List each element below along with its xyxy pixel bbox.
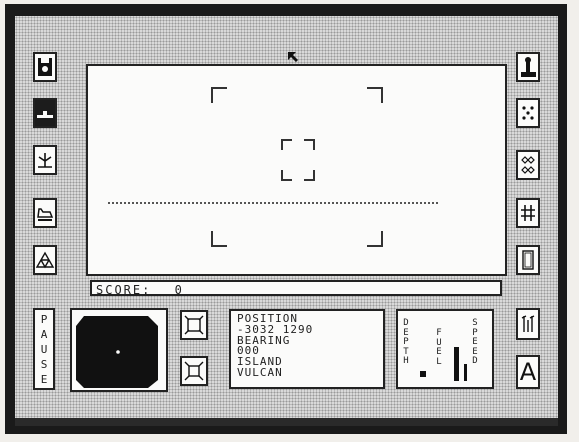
dome-button[interactable] (33, 245, 57, 275)
radar-dish-button[interactable] (33, 145, 57, 175)
horizon-line (108, 202, 438, 204)
speed-gauge-bar (464, 364, 467, 381)
letter-a-icon: A (519, 358, 537, 386)
zoom-in-icon (184, 315, 204, 335)
waves-icon (521, 315, 535, 332)
radar-panel (70, 308, 168, 392)
zoom-out-button[interactable] (180, 356, 208, 386)
radar-scope (76, 316, 158, 388)
disk-icon (38, 58, 52, 76)
depth-gauge-bar (420, 371, 426, 377)
hash-grid-button[interactable] (516, 198, 540, 228)
hash-grid-icon (521, 205, 535, 221)
joystick-icon (521, 57, 536, 77)
screen-bottom-bar (15, 418, 558, 426)
target-bracket-bottom-left (211, 231, 227, 247)
zoom-in-button[interactable] (180, 310, 208, 340)
crosshair-top-left (281, 139, 292, 150)
score-value: 0 (174, 283, 184, 297)
gauges-panel: DEPTH FUEL SPEED (396, 309, 494, 389)
crosshair-bottom-right (304, 170, 315, 181)
hover-vehicle-icon (37, 208, 54, 221)
score-display: SCORE: 0 (90, 280, 502, 297)
ship-icon (37, 111, 53, 118)
depth-gauge-label: DEPTH (403, 318, 409, 366)
target-bracket-bottom-right (367, 231, 383, 247)
diamond-grid-button[interactable] (516, 150, 540, 180)
ship-button[interactable] (33, 98, 57, 128)
score-label: SCORE: (96, 283, 152, 297)
pause-button[interactable]: PAUSE (33, 308, 55, 390)
dice-icon (522, 106, 534, 120)
dice-button[interactable] (516, 98, 540, 128)
fuel-gauge-label: FUEL (436, 328, 442, 367)
panel-frame-icon (522, 250, 534, 270)
location-line-2: VULCAN (237, 365, 283, 379)
panel-frame-button[interactable] (516, 245, 540, 275)
pause-label: PAUSE (40, 313, 48, 386)
crosshair-bottom-left (281, 170, 292, 181)
geodesic-dome-icon (35, 251, 55, 269)
diamond-grid-icon (521, 156, 535, 174)
radar-dish-icon (38, 153, 52, 168)
pointer-cursor-icon (286, 50, 300, 67)
zoom-out-icon (184, 361, 204, 381)
crosshair-top-right (304, 139, 315, 150)
joystick-button[interactable] (516, 52, 540, 82)
target-bracket-top-left (211, 87, 227, 103)
target-bracket-top-right (367, 87, 383, 103)
speed-gauge-label: SPEED (472, 318, 478, 366)
fuel-gauge-bar (454, 347, 459, 381)
waves-button[interactable] (516, 308, 540, 340)
vehicle-button[interactable] (33, 198, 57, 228)
main-viewport[interactable] (86, 64, 507, 276)
letter-a-button[interactable]: A (516, 355, 540, 389)
disk-button[interactable] (33, 52, 57, 82)
navigation-info-panel: POSITION -3032 1290 BEARING 000 ISLAND VULCAN (229, 309, 385, 389)
